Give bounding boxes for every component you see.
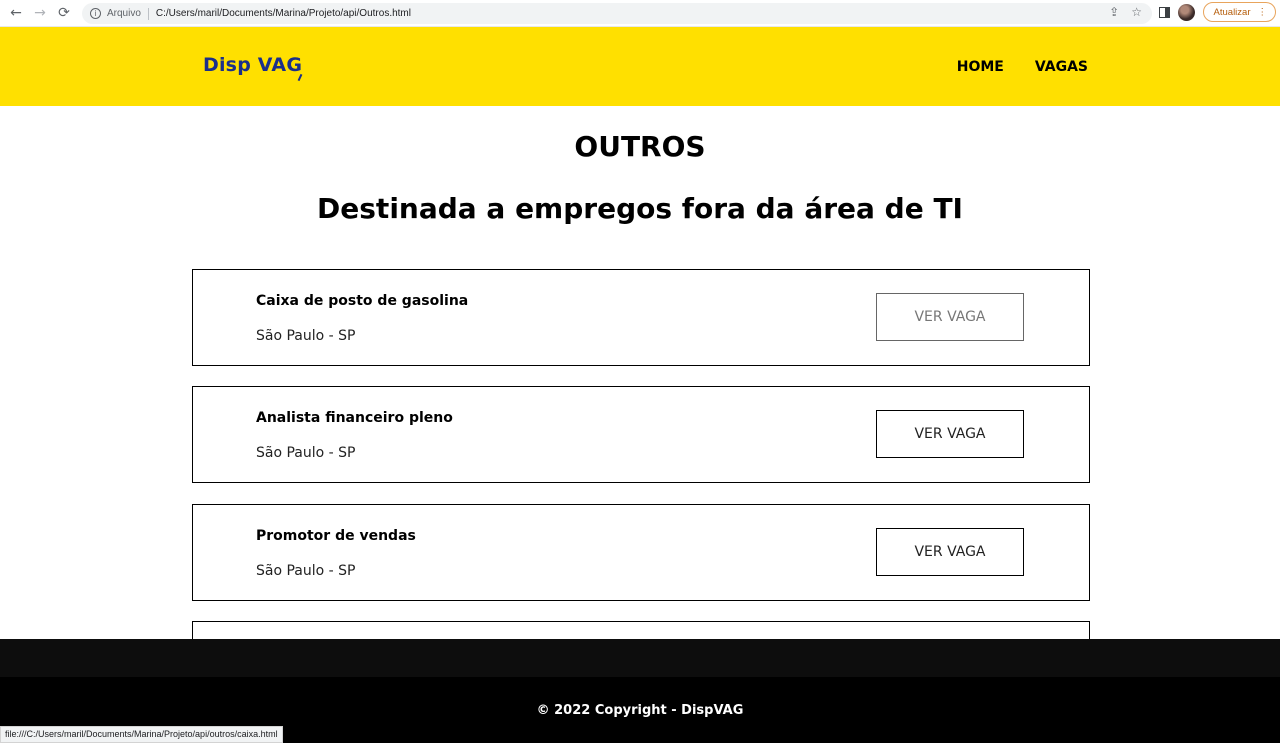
nav-home-link[interactable]: HOME xyxy=(957,59,1004,75)
job-card: Promotor de vendas São Paulo - SP VER VA… xyxy=(192,504,1090,601)
protocol-label: Arquivo xyxy=(107,8,141,19)
view-job-button[interactable]: VER VAGA xyxy=(876,410,1024,458)
job-location: São Paulo - SP xyxy=(256,328,356,344)
view-job-button[interactable]: VER VAGA xyxy=(876,528,1024,576)
copyright-text: © 2022 Copyright - DispVAG xyxy=(536,702,744,718)
job-location: São Paulo - SP xyxy=(256,563,356,579)
logo-text: Disp VA xyxy=(203,54,287,76)
browser-toolbar: ← → ⟳ i Arquivo C:/Users/maril/Documents… xyxy=(0,0,1280,27)
share-icon[interactable]: ⇪ xyxy=(1109,5,1119,19)
divider xyxy=(147,7,149,20)
profile-avatar[interactable] xyxy=(1177,3,1195,21)
url-text[interactable]: C:/Users/maril/Documents/Marina/Projeto/… xyxy=(156,8,411,19)
back-arrow-icon[interactable]: ← xyxy=(4,1,28,25)
info-icon[interactable]: i xyxy=(90,8,101,19)
view-job-button[interactable]: VER VAGA xyxy=(876,293,1024,341)
forward-arrow-icon[interactable]: → xyxy=(28,1,52,25)
address-bar[interactable]: i Arquivo C:/Users/maril/Documents/Marin… xyxy=(82,3,1152,24)
update-label: Atualizar xyxy=(1213,6,1251,18)
logo[interactable]: Disp VAG xyxy=(203,54,302,76)
main-nav: HOME VAGAS xyxy=(957,59,1088,75)
job-title: Analista financeiro pleno xyxy=(256,410,453,426)
status-bar-link-preview: file:///C:/Users/maril/Documents/Marina/… xyxy=(0,726,283,743)
browser-actions: Atualizar ⋮ xyxy=(1158,2,1276,22)
job-card: Caixa de posto de gasolina São Paulo - S… xyxy=(192,269,1090,366)
logo-text-g: G xyxy=(286,54,303,76)
update-button[interactable]: Atualizar ⋮ xyxy=(1202,2,1276,22)
side-panel-icon[interactable] xyxy=(1158,6,1170,18)
omnibox-actions: ⇪ ☆ xyxy=(1109,5,1142,19)
job-location: São Paulo - SP xyxy=(256,445,356,461)
reload-icon[interactable]: ⟳ xyxy=(52,1,76,25)
job-title: Promotor de vendas xyxy=(256,528,416,544)
footer-band xyxy=(0,639,1280,677)
site-header: Disp VAG HOME VAGAS xyxy=(0,27,1280,106)
page-title: OUTROS xyxy=(574,130,706,163)
bookmark-star-icon[interactable]: ☆ xyxy=(1131,5,1142,19)
nav-vagas-link[interactable]: VAGAS xyxy=(1035,59,1088,75)
job-card: Analista financeiro pleno São Paulo - SP… xyxy=(192,386,1090,483)
page-subtitle: Destinada a empregos fora da área de TI xyxy=(317,192,963,225)
menu-dots-icon: ⋮ xyxy=(1257,6,1268,18)
job-title: Caixa de posto de gasolina xyxy=(256,293,469,309)
